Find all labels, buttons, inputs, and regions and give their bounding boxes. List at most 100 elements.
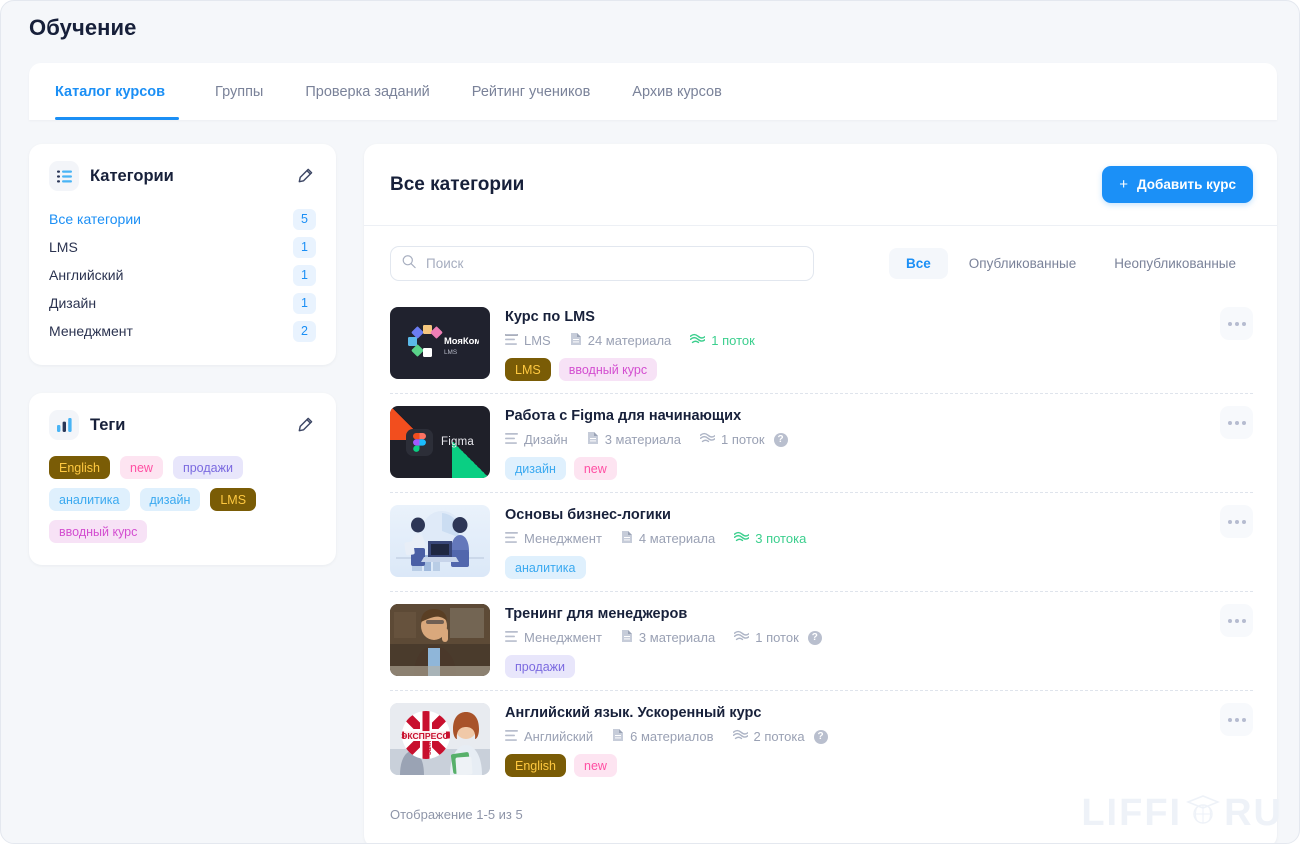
tag-chip[interactable]: вводный курс [49,520,147,543]
course-materials: 4 материала [621,530,715,547]
course-tag[interactable]: дизайн [505,457,566,480]
category-count: 1 [293,265,316,286]
more-options-icon[interactable] [1220,307,1253,340]
course-title[interactable]: Английский язык. Ускоренный курс [505,705,1253,721]
category-count: 2 [293,321,316,342]
category-item-design[interactable]: Дизайн 1 [49,289,316,317]
courses-header: Все категории + Добавить курс [364,144,1277,226]
tag-chip[interactable]: English [49,456,110,479]
course-thumbnail [390,505,490,577]
course-tags: аналитика [505,556,1253,579]
course-flows: 1 поток ? [700,432,788,447]
category-label: Дизайн [49,295,96,311]
lines-icon [505,432,518,447]
course-materials-label: 4 материала [639,531,715,546]
course-flows-label: 1 поток [755,630,799,645]
more-options-icon[interactable] [1220,406,1253,439]
course-flows: 2 потока ? [733,729,828,744]
courses-title: Все категории [390,174,524,196]
tab-assignments-check[interactable]: Проверка заданий [291,63,443,120]
tag-chip[interactable]: дизайн [140,488,201,511]
category-count: 5 [293,209,316,230]
categories-list: Все категории 5 LMS 1 Английский 1 Дизай… [29,197,336,365]
filter-label: Все [906,256,931,271]
categories-panel: Категории Все категории 5 LMS [29,144,336,365]
help-icon[interactable]: ? [808,631,822,645]
category-item-lms[interactable]: LMS 1 [49,233,316,261]
course-tag[interactable]: English [505,754,566,777]
tab-students-rating[interactable]: Рейтинг учеников [458,63,605,120]
help-icon[interactable]: ? [814,730,828,744]
course-category: Дизайн [505,432,568,447]
course-tags: English new [505,754,1253,777]
category-item-management[interactable]: Менеджмент 2 [49,317,316,345]
course-row[interactable]: МояКоманда LMS Курс по LMS [390,295,1253,394]
category-item-all[interactable]: Все категории 5 [49,205,316,233]
list-icon [49,161,79,191]
course-materials-label: 3 материала [605,432,681,447]
category-count: 1 [293,293,316,314]
graduation-cap-icon [1186,792,1220,835]
stream-icon [700,432,715,447]
more-options-icon[interactable] [1220,505,1253,538]
tags-list: English new продажи аналитика дизайн LMS… [29,446,336,565]
course-tag[interactable]: LMS [505,358,551,381]
filter-unpublished[interactable]: Неопубликованные [1097,248,1253,279]
watermark: LIFFI RU [1081,792,1283,835]
course-title[interactable]: Работа с Figma для начинающих [505,408,1253,424]
more-options-icon[interactable] [1220,703,1253,736]
course-title[interactable]: Курс по LMS [505,309,1253,325]
filter-published[interactable]: Опубликованные [952,248,1093,279]
search-input[interactable] [390,246,814,281]
course-row[interactable]: ЭКСПРЕСС КУРС Английский яз [390,691,1253,789]
watermark-text-right: RU [1224,792,1283,835]
course-title[interactable]: Основы бизнес-логики [505,507,1253,523]
stream-icon [690,333,705,348]
svg-text:LMS: LMS [444,349,457,356]
document-icon [587,431,599,448]
course-tags: дизайн new [505,457,1253,480]
add-course-label: Добавить курс [1137,177,1236,192]
document-icon [570,332,582,349]
pencil-icon[interactable] [294,414,316,436]
course-title[interactable]: Тренинг для менеджеров [505,606,1253,622]
course-category-label: LMS [524,333,551,348]
tab-label: Каталог курсов [55,84,165,100]
tags-panel-title: Теги [90,416,125,435]
svg-text:ЭКСПРЕСС: ЭКСПРЕСС [401,731,449,741]
lines-icon [505,333,518,348]
tab-catalog[interactable]: Каталог курсов [55,63,179,120]
tag-chip[interactable]: new [120,456,163,479]
tab-courses-archive[interactable]: Архив курсов [618,63,736,120]
course-tag[interactable]: продажи [505,655,575,678]
tag-chip[interactable]: аналитика [49,488,130,511]
course-row[interactable]: Figma Работа с Figma для начинающих [390,394,1253,493]
tags-panel: Теги English new продажи аналитика дизай… [29,393,336,565]
course-row[interactable]: Тренинг для менеджеров [390,592,1253,691]
courses-list: МояКоманда LMS Курс по LMS [364,295,1277,789]
help-icon[interactable]: ? [774,433,788,447]
course-flows: 3 потока [734,531,806,546]
categories-panel-header: Категории [29,144,336,197]
filter-all[interactable]: Все [889,248,948,279]
tab-groups[interactable]: Группы [201,63,277,120]
more-options-icon[interactable] [1220,604,1253,637]
course-tag[interactable]: new [574,457,617,480]
pencil-icon[interactable] [294,165,316,187]
course-category: Менеджмент [505,531,602,546]
category-item-english[interactable]: Английский 1 [49,261,316,289]
categories-panel-title: Категории [90,167,174,186]
category-count: 1 [293,237,316,258]
course-tag[interactable]: аналитика [505,556,586,579]
sidebar: Категории Все категории 5 LMS [29,144,336,844]
add-course-button[interactable]: + Добавить курс [1102,166,1253,203]
main-tabbar: Каталог курсов Группы Проверка заданий Р… [29,63,1277,120]
tag-chip[interactable]: продажи [173,456,243,479]
stream-icon [734,630,749,645]
course-materials-label: 24 материала [588,333,672,348]
course-tag[interactable]: вводный курс [559,358,657,381]
figma-wordmark: Figma [441,436,474,448]
tag-chip[interactable]: LMS [210,488,256,511]
course-row[interactable]: Основы бизнес-логики [390,493,1253,592]
course-tag[interactable]: new [574,754,617,777]
